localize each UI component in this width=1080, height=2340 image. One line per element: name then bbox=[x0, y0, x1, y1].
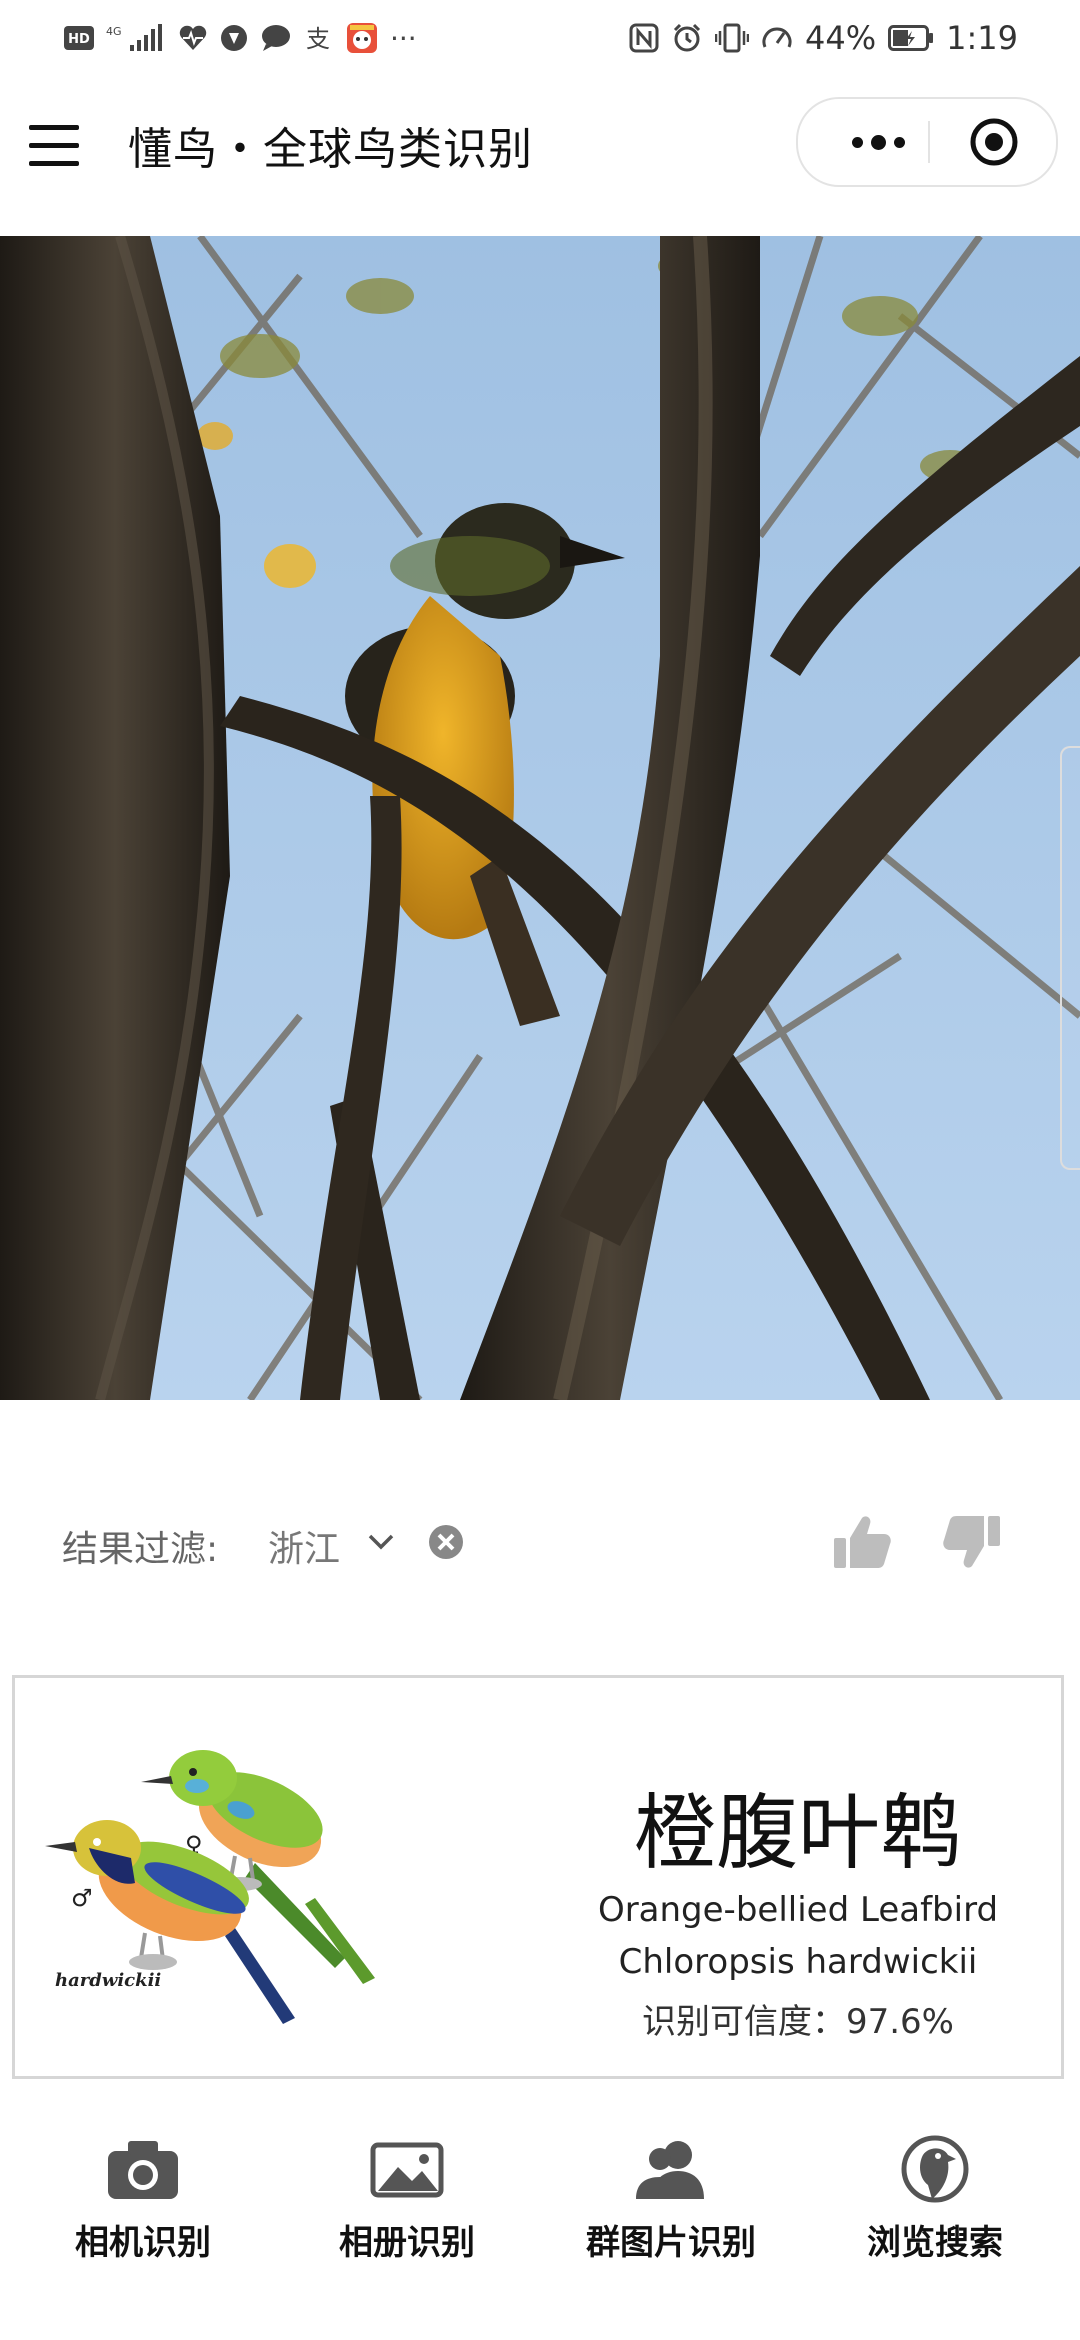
tab-album[interactable]: 相册识别 bbox=[272, 2115, 542, 2315]
signal-icon: 4G bbox=[106, 23, 166, 53]
species-name-scientific: Chloropsis hardwickii bbox=[618, 1942, 978, 1982]
camera-icon bbox=[106, 2135, 180, 2203]
tab-album-label: 相册识别 bbox=[339, 2223, 475, 2263]
health-icon bbox=[178, 24, 208, 52]
svg-text:hardwickii: hardwickii bbox=[55, 1970, 161, 1991]
status-bar: HD 4G 支 ··· 44% 1:19 bbox=[0, 0, 1080, 75]
side-scroll-indicator bbox=[1060, 746, 1080, 1170]
vibrate-icon bbox=[715, 23, 750, 53]
uploaded-bird-photo bbox=[0, 236, 1080, 1400]
nfc-icon bbox=[629, 23, 659, 53]
more-notifications: ··· bbox=[390, 21, 417, 55]
result-card[interactable]: ♀ ♂ hardwickii 橙腹叶鹎 Orange-bellied Leafb… bbox=[12, 1675, 1064, 2079]
status-right: 44% 1:19 bbox=[629, 14, 1018, 62]
shield-app-icon bbox=[220, 24, 248, 52]
svg-text:♂: ♂ bbox=[71, 1884, 93, 1912]
more-options-button[interactable] bbox=[820, 99, 936, 185]
chat-icon bbox=[260, 24, 292, 52]
clock: 1:19 bbox=[946, 19, 1018, 57]
bottom-tab-bar: 相机识别 相册识别 群图片识别 浏览搜索 bbox=[0, 2115, 1080, 2315]
title-bar: 懂鸟・全球鸟类识别 bbox=[0, 75, 1080, 235]
region-select[interactable]: 浙江 bbox=[268, 1520, 340, 1572]
mini-program-capsule bbox=[796, 97, 1058, 187]
capsule-divider bbox=[928, 121, 930, 163]
svg-text:HD: HD bbox=[68, 32, 90, 47]
confidence-score: 识别可信度：97.6% bbox=[641, 2002, 954, 2042]
thumbs-up-icon[interactable] bbox=[830, 1510, 894, 1574]
tab-camera-label: 相机识别 bbox=[75, 2223, 211, 2263]
bird-search-icon bbox=[898, 2135, 972, 2203]
tab-camera[interactable]: 相机识别 bbox=[8, 2115, 278, 2315]
filter-label: 结果过滤: bbox=[62, 1529, 219, 1570]
species-name-en: Orange-bellied Leafbird bbox=[597, 1890, 999, 1930]
group-icon bbox=[634, 2135, 708, 2203]
game-app-icon bbox=[346, 22, 378, 54]
thumbs-down-icon[interactable] bbox=[940, 1510, 1004, 1574]
tab-browse-search-label: 浏览搜索 bbox=[867, 2223, 1003, 2263]
result-filter: 结果过滤: 浙江 bbox=[0, 1500, 1080, 1590]
tab-group-images-label: 群图片识别 bbox=[586, 2223, 756, 2263]
species-name-cn: 橙腹叶鹎 bbox=[633, 1786, 962, 1881]
battery-percent: 44% bbox=[805, 19, 877, 57]
species-illustration: ♀ ♂ hardwickii bbox=[45, 1718, 515, 2038]
page-title: 懂鸟・全球鸟类识别 bbox=[128, 124, 533, 175]
svg-text:4G: 4G bbox=[106, 25, 122, 38]
svg-text:支: 支 bbox=[306, 25, 330, 52]
close-mini-program-button[interactable] bbox=[968, 116, 1020, 168]
hd-icon: HD bbox=[64, 26, 94, 50]
alarm-icon bbox=[671, 22, 703, 54]
menu-icon[interactable] bbox=[26, 119, 82, 175]
image-icon bbox=[370, 2135, 444, 2203]
chevron-down-icon[interactable] bbox=[364, 1524, 398, 1558]
tab-group-images[interactable]: 群图片识别 bbox=[536, 2115, 806, 2315]
status-left: HD 4G 支 ··· bbox=[64, 14, 417, 62]
alipay-icon: 支 bbox=[304, 24, 334, 52]
speed-icon bbox=[761, 23, 793, 53]
clear-filter-icon[interactable] bbox=[428, 1524, 464, 1560]
battery-icon bbox=[888, 25, 934, 51]
tab-browse-search[interactable]: 浏览搜索 bbox=[800, 2115, 1070, 2315]
